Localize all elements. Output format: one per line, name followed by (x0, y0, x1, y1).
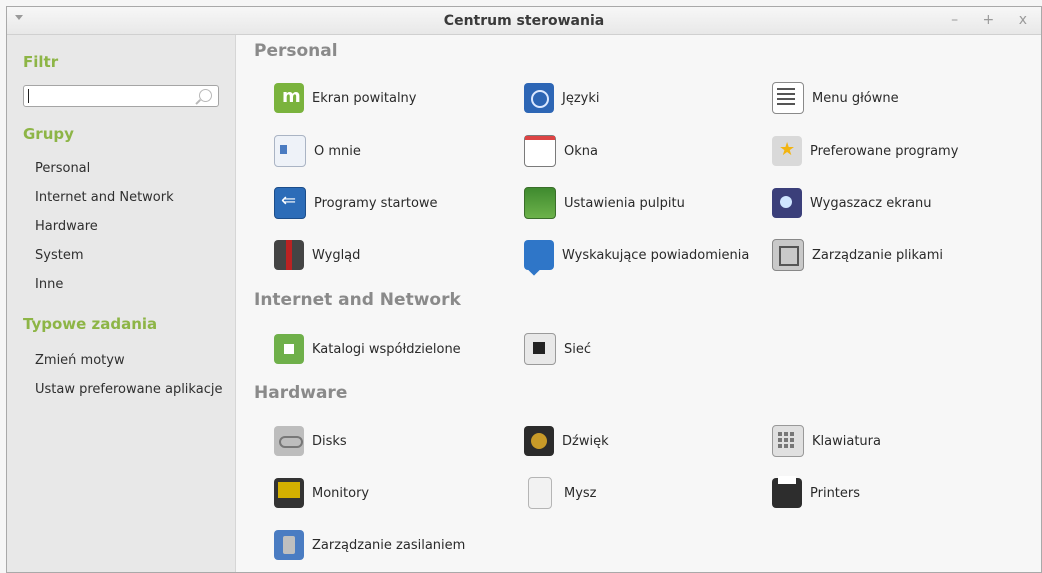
item-label: Preferowane programy (810, 143, 959, 159)
item-label: Języki (562, 90, 600, 106)
item-ekran-powitalny[interactable]: Ekran powitalny (274, 82, 416, 114)
speaker-icon (524, 426, 554, 456)
monitor-icon (274, 478, 304, 508)
item-okna[interactable]: Okna (524, 135, 598, 167)
item-monitory[interactable]: Monitory (274, 477, 369, 509)
file-manager-icon (772, 239, 804, 271)
startup-icon (274, 187, 306, 219)
item-label: Sieć (564, 341, 592, 357)
item-label: Klawiatura (812, 433, 881, 449)
item-katalogi-wspoldzielone[interactable]: Katalogi współdzielone (274, 333, 461, 365)
item-wyglad[interactable]: Wygląd (274, 239, 360, 271)
sidebar-item-system[interactable]: System (35, 248, 83, 263)
section-hardware: Hardware (254, 383, 348, 403)
item-siec[interactable]: Sieć (524, 333, 591, 365)
item-label: Monitory (312, 485, 370, 501)
shared-folder-icon (274, 334, 304, 364)
user-card-icon (274, 135, 306, 167)
item-label: Ekran powitalny (312, 90, 417, 106)
search-input[interactable] (23, 85, 219, 107)
sidebar-item-personal[interactable]: Personal (35, 161, 90, 176)
item-label: Ustawienia pulpitu (564, 195, 685, 211)
item-label: Wyskakujące powiadomienia (562, 247, 750, 263)
item-wygaszacz-ekranu[interactable]: Wygaszacz ekranu (772, 187, 932, 219)
item-ustawienia-pulpitu[interactable]: Ustawienia pulpitu (524, 187, 685, 219)
item-label: Mysz (564, 485, 597, 501)
item-klawiatura[interactable]: Klawiatura (772, 425, 881, 457)
item-label: Katalogi współdzielone (312, 341, 461, 357)
mouse-icon (528, 477, 552, 509)
item-dzwiek[interactable]: Dźwięk (524, 425, 609, 457)
desktop-icon (524, 187, 556, 219)
power-icon (274, 530, 304, 560)
sidebar-item-inne[interactable]: Inne (35, 277, 63, 292)
item-label: Programy startowe (314, 195, 438, 211)
search-icon[interactable] (199, 89, 212, 102)
item-label: Wygaszacz ekranu (810, 195, 932, 211)
window-title: Centrum sterowania (443, 13, 605, 29)
task-preferred-apps[interactable]: Ustaw preferowane aplikacje (35, 382, 222, 397)
item-printers[interactable]: Printers (772, 476, 861, 509)
window-icon (524, 135, 556, 167)
main-content: Personal Ekran powitalny Języki Menu głó… (236, 35, 1041, 572)
window-controls[interactable]: – + x (951, 12, 1037, 28)
item-zarzadzanie-zasilaniem[interactable]: Zarządzanie zasilaniem (274, 529, 465, 561)
mint-logo-icon (274, 83, 304, 113)
item-label: Dźwięk (562, 433, 609, 449)
item-wyskakujace-powiadomienia[interactable]: Wyskakujące powiadomienia (524, 239, 749, 271)
groups-heading: Grupy (23, 125, 74, 143)
titlebar: Centrum sterowania – + x (7, 7, 1041, 35)
star-icon (772, 136, 802, 166)
task-change-theme[interactable]: Zmień motyw (35, 353, 125, 368)
section-personal: Personal (254, 41, 338, 61)
item-mysz[interactable]: Mysz (524, 477, 597, 509)
item-jezyki[interactable]: Języki (524, 82, 600, 114)
item-label: Menu główne (812, 90, 899, 106)
item-label: Zarządzanie zasilaniem (312, 537, 466, 553)
item-zarzadzanie-plikami[interactable]: Zarządzanie plikami (772, 239, 943, 271)
suit-icon (274, 240, 304, 270)
item-label: Okna (564, 143, 598, 159)
screensaver-icon (772, 188, 802, 218)
sidebar-item-internet-network[interactable]: Internet and Network (35, 190, 174, 205)
sidebar: Filtr Grupy Personal Internet and Networ… (7, 35, 236, 572)
printer-icon (772, 476, 802, 508)
item-label: O mnie (314, 143, 361, 159)
item-menu-glowne[interactable]: Menu główne (772, 82, 899, 114)
item-preferowane-programy[interactable]: Preferowane programy (772, 135, 958, 167)
text-caret (28, 89, 29, 103)
item-o-mnie[interactable]: O mnie (274, 135, 361, 167)
item-label: Zarządzanie plikami (812, 247, 944, 263)
item-programy-startowe[interactable]: Programy startowe (274, 187, 438, 219)
section-internet-network: Internet and Network (254, 290, 461, 310)
disks-icon (274, 426, 304, 456)
item-label: Disks (312, 433, 347, 449)
notification-bubble-icon (524, 240, 554, 270)
tasks-heading: Typowe zadania (23, 315, 158, 333)
item-disks[interactable]: Disks (274, 425, 347, 457)
globe-icon (524, 83, 554, 113)
filter-heading: Filtr (23, 53, 59, 71)
item-label: Wygląd (312, 247, 361, 263)
keyboard-icon (772, 425, 804, 457)
network-icon (524, 333, 556, 365)
control-center-window: Centrum sterowania – + x Filtr Grupy Per… (6, 6, 1042, 573)
sidebar-item-hardware[interactable]: Hardware (35, 219, 98, 234)
menu-editor-icon (772, 82, 804, 114)
item-label: Printers (810, 485, 861, 501)
